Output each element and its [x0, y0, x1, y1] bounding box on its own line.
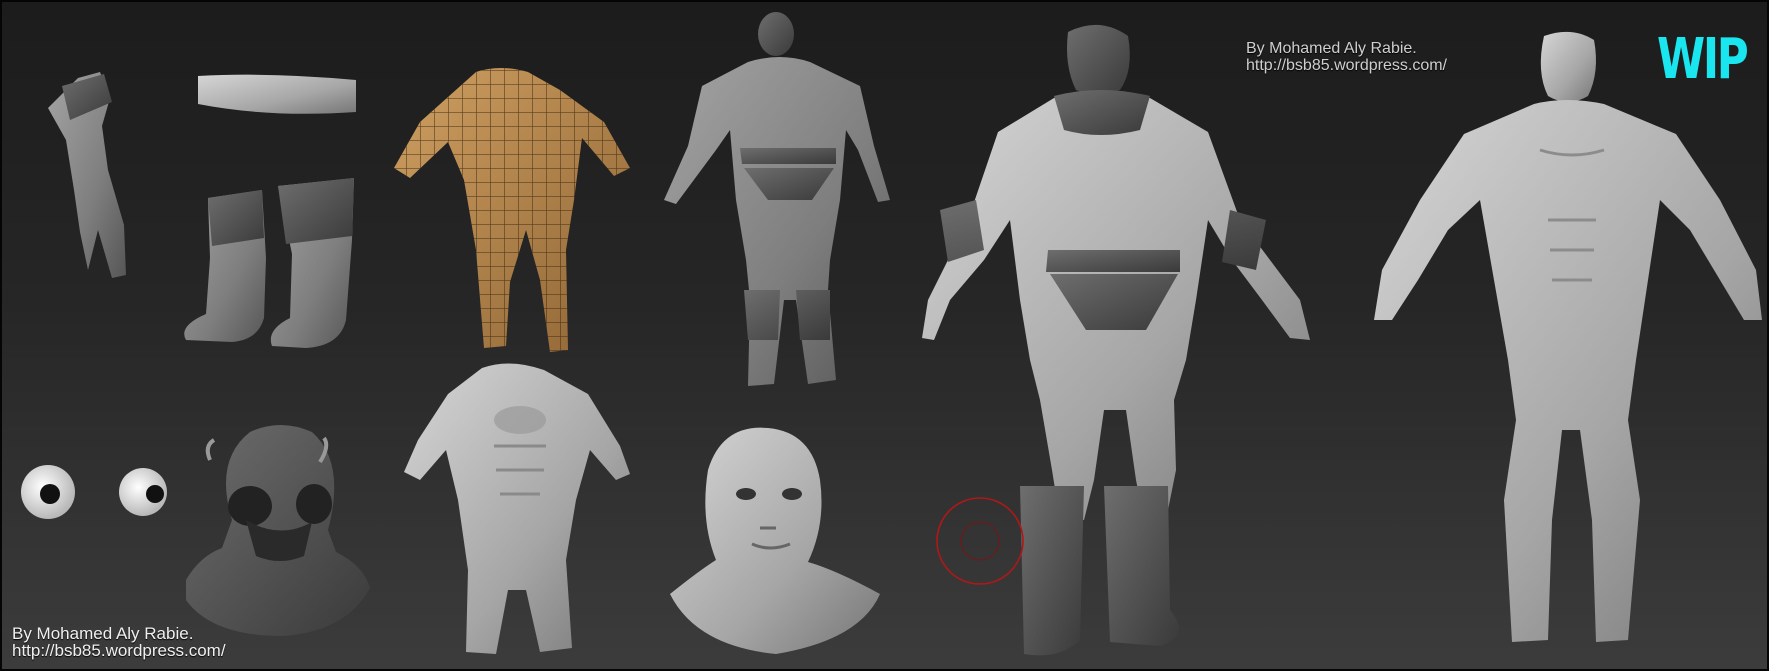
anatomy-figure	[1374, 31, 1762, 642]
credit-bottom-url: http://bsb85.wordpress.com/	[12, 641, 226, 660]
belt-part	[198, 74, 356, 114]
credit-bottom: By Mohamed Aly Rabie. http://bsb85.wordp…	[12, 625, 226, 659]
brush-cursor	[936, 497, 1024, 585]
dressed-figure-large	[922, 24, 1310, 656]
credit-bottom-name: By Mohamed Aly Rabie.	[12, 624, 194, 643]
credit-top-url: http://bsb85.wordpress.com/	[1246, 57, 1447, 74]
head-bust-part	[670, 427, 880, 654]
dressed-figure-small	[664, 12, 890, 386]
credit-top: By Mohamed Aly Rabie. http://bsb85.wordp…	[1246, 40, 1447, 74]
sculpt-canvas	[21, 12, 1762, 656]
wip-badge: WIP	[1657, 27, 1749, 92]
eyes-part	[21, 465, 167, 519]
credit-top-name: By Mohamed Aly Rabie.	[1246, 40, 1417, 57]
wip-sculpt-sheet: By Mohamed Aly Rabie. http://bsb85.wordp…	[0, 0, 1769, 671]
helmet-part	[186, 425, 370, 636]
bodysuit-part	[394, 68, 630, 352]
torso-part	[404, 363, 630, 654]
hand-part	[48, 72, 126, 278]
boots-part	[184, 178, 354, 348]
